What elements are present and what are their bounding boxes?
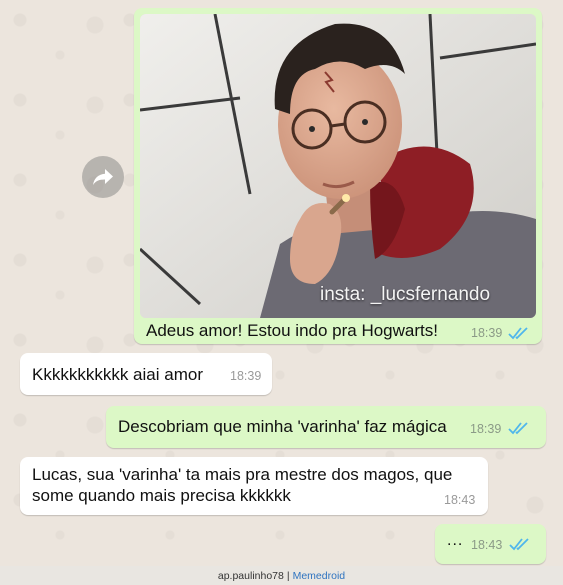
selfie-photo[interactable]: insta: _lucsfernando [140,14,536,318]
incoming-message[interactable]: Kkkkkkkkkkk aiai amor 18:39 [20,353,272,395]
message-time: 18:39 [470,422,502,436]
photo-image [140,14,536,318]
chat-area: insta: _lucsfernando Adeus amor! Estou i… [0,0,563,566]
message-time: 18:43 [471,538,503,552]
outgoing-message[interactable]: Descobriam que minha 'varinha' faz mágic… [106,406,546,448]
photo-watermark: insta: _lucsfernando [320,284,491,305]
incoming-message[interactable]: Lucas, sua 'varinha' ta mais pra mestre … [20,457,488,515]
forward-button[interactable] [82,156,124,198]
forward-arrow-icon [93,169,113,185]
outgoing-photo-message[interactable]: insta: _lucsfernando Adeus amor! Estou i… [134,8,542,344]
footer-separator: | [286,569,290,582]
photo-caption: Adeus amor! Estou indo pra Hogwarts! [146,321,438,340]
message-line: Lucas, sua 'varinha' ta mais pra mestre … [32,465,453,484]
footer-user: ap.paulinho78 [217,569,284,582]
message-text: Descobriam que minha 'varinha' faz mágic… [118,417,447,436]
footer-brand-link[interactable]: Memedroid [293,570,346,582]
double-check-icon [508,422,528,435]
outgoing-message[interactable]: ... 18:43 [435,524,546,564]
footer-credit: ap.paulinho78 | Memedroid [0,566,563,585]
message-text: Lucas, sua 'varinha' ta mais pra mestre … [32,464,472,506]
double-check-icon [509,538,529,551]
message-line: some quando mais precisa kkkkkk [32,486,291,505]
message-text: Kkkkkkkkkkk aiai amor [32,365,203,384]
message-time: 18:43 [444,493,476,507]
message-time: 18:39 [471,326,503,340]
message-text: ... [447,532,464,549]
double-check-icon [508,327,528,340]
message-time: 18:39 [230,369,262,383]
